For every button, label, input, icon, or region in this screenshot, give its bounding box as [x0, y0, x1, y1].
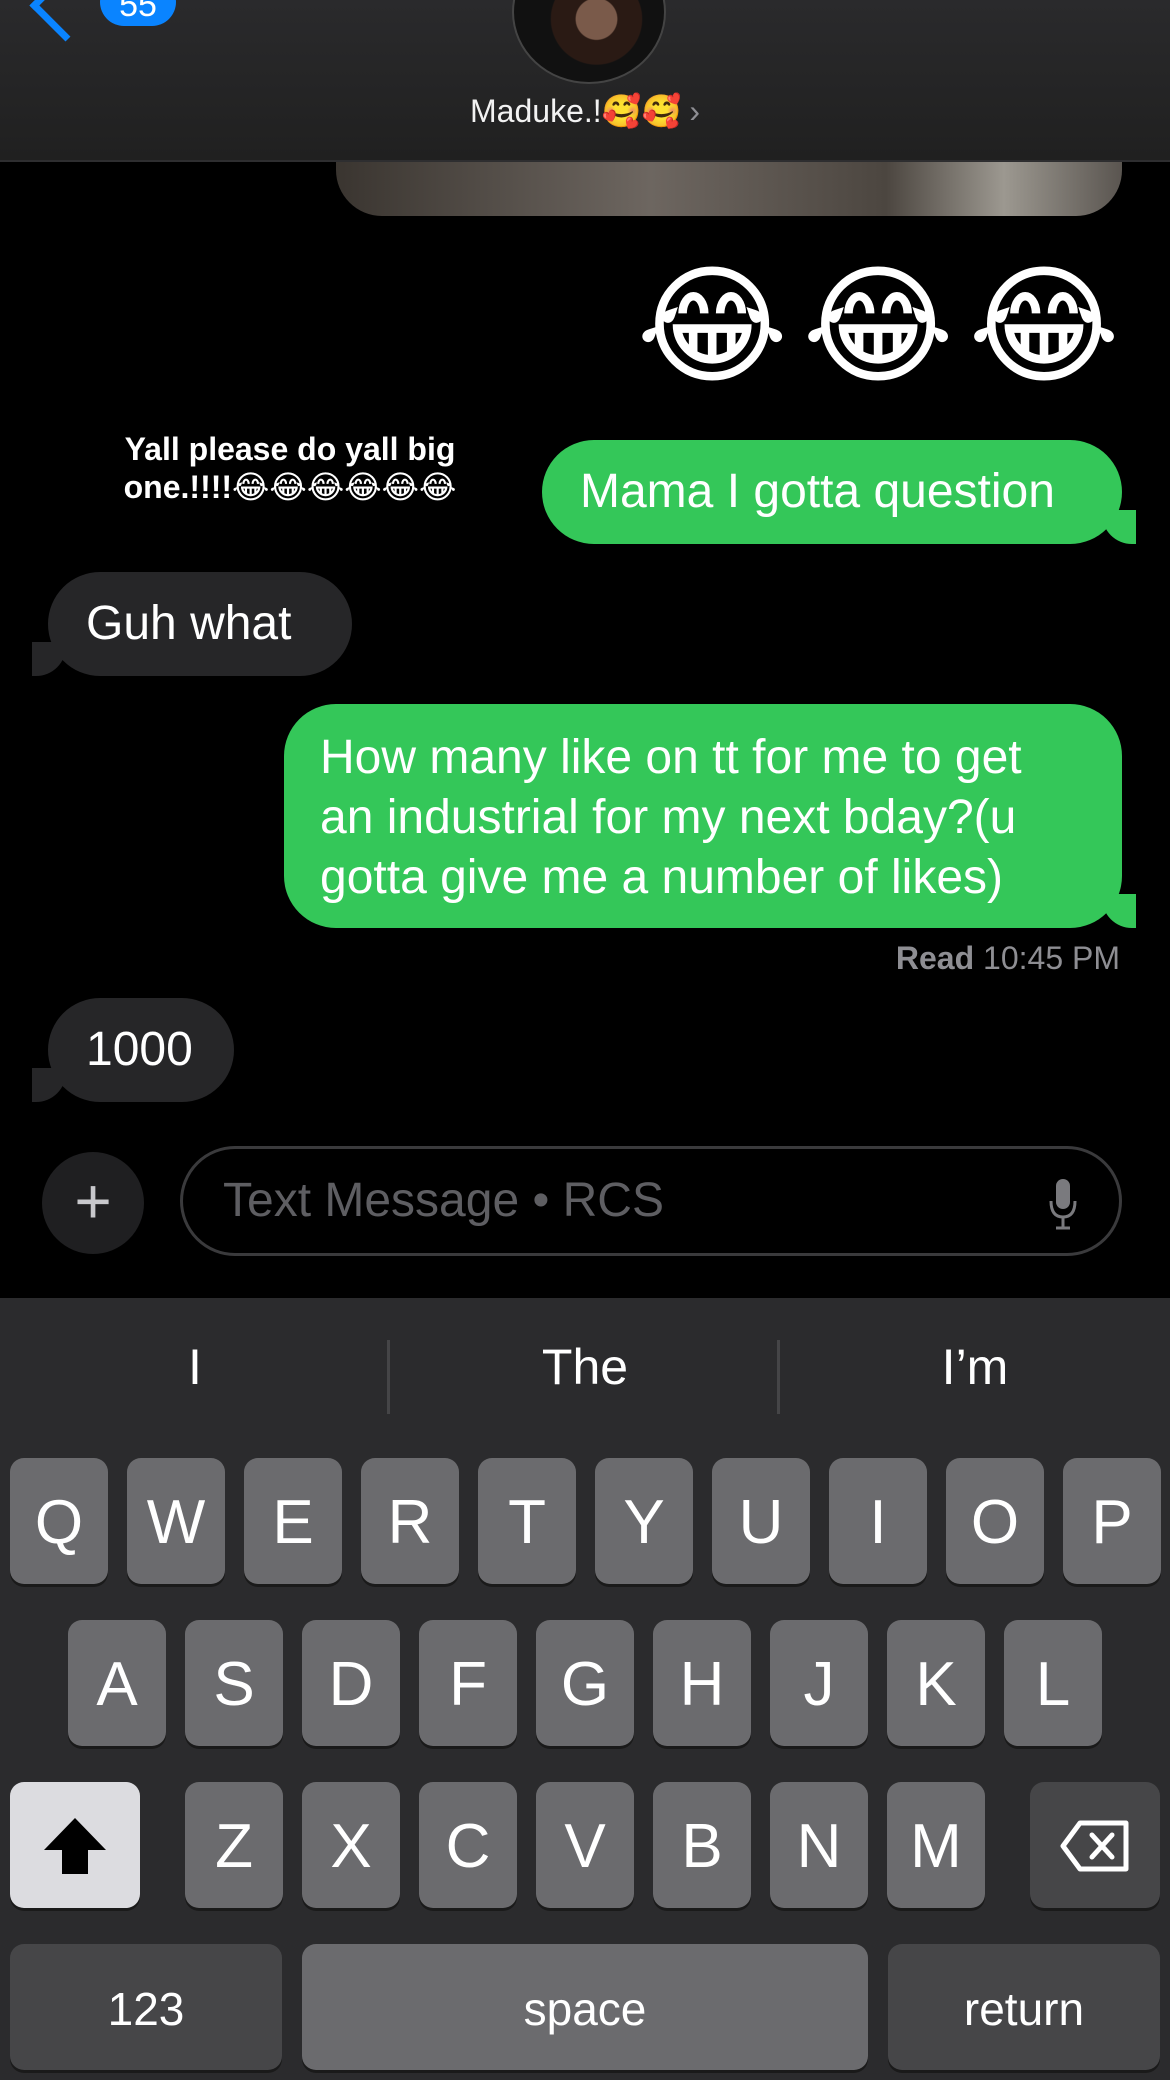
keyboard: I The I’m Q W E R T Y U I O P A S D F G …: [0, 1298, 1170, 2080]
messages-screen: 55 Maduke.!🥰🥰 › 😂 😂 😂 Yall please do yall…: [0, 0, 1170, 2080]
sent-message-bubble[interactable]: Mama I gotta question: [542, 440, 1122, 544]
conversation-header: 55 Maduke.!🥰🥰 ›: [0, 0, 1170, 162]
message-text: Mama I gotta question: [580, 465, 1055, 518]
contact-name-button[interactable]: Maduke.!🥰🥰 ›: [0, 92, 1170, 130]
suggestion-item[interactable]: I: [0, 1338, 390, 1396]
key-u[interactable]: U: [712, 1458, 810, 1584]
plus-icon: +: [74, 1165, 112, 1237]
key-q[interactable]: Q: [10, 1458, 108, 1584]
key-g[interactable]: G: [536, 1620, 634, 1746]
message-text: Guh what: [86, 597, 292, 650]
bubble-tail: [32, 642, 66, 676]
emoji-message[interactable]: 😂 😂 😂: [636, 256, 1120, 396]
space-key[interactable]: space: [302, 1944, 868, 2070]
key-l[interactable]: L: [1004, 1620, 1102, 1746]
contact-name: Maduke.!🥰🥰: [470, 93, 682, 129]
key-c[interactable]: C: [419, 1782, 517, 1908]
suggestion-item[interactable]: I’m: [780, 1338, 1170, 1396]
message-input-placeholder: Text Message • RCS: [223, 1174, 664, 1227]
key-w[interactable]: W: [127, 1458, 225, 1584]
received-message-bubble[interactable]: Guh what: [48, 572, 352, 676]
key-n[interactable]: N: [770, 1782, 868, 1908]
suggestion-bar: I The I’m: [0, 1298, 1170, 1458]
key-d[interactable]: D: [302, 1620, 400, 1746]
key-e[interactable]: E: [244, 1458, 342, 1584]
reaction-caption: Yall please do yall big one.!!!!😂😂😂😂😂😂: [123, 431, 457, 505]
key-s[interactable]: S: [185, 1620, 283, 1746]
key-a[interactable]: A: [68, 1620, 166, 1746]
bubble-tail: [1102, 894, 1136, 928]
shift-arrow-icon: [44, 1818, 106, 1874]
message-input[interactable]: Text Message • RCS: [180, 1146, 1122, 1256]
back-chevron-icon[interactable]: [29, 0, 102, 42]
message-text: How many like on tt for me to get an ind…: [320, 731, 1022, 904]
key-t[interactable]: T: [478, 1458, 576, 1584]
key-m[interactable]: M: [887, 1782, 985, 1908]
key-z[interactable]: Z: [185, 1782, 283, 1908]
key-r[interactable]: R: [361, 1458, 459, 1584]
contact-avatar[interactable]: [512, 0, 666, 84]
add-attachment-button[interactable]: +: [42, 1152, 144, 1254]
key-j[interactable]: J: [770, 1620, 868, 1746]
key-y[interactable]: Y: [595, 1458, 693, 1584]
emoji: 😂: [968, 253, 1120, 399]
key-k[interactable]: K: [887, 1620, 985, 1746]
received-message-bubble[interactable]: 1000: [48, 998, 234, 1102]
key-v[interactable]: V: [536, 1782, 634, 1908]
key-i[interactable]: I: [829, 1458, 927, 1584]
key-p[interactable]: P: [1063, 1458, 1161, 1584]
key-b[interactable]: B: [653, 1782, 751, 1908]
read-label: Read: [895, 940, 975, 976]
return-key[interactable]: return: [888, 1944, 1160, 2070]
delete-key[interactable]: [1030, 1782, 1160, 1908]
chevron-right-icon: ›: [689, 93, 700, 129]
emoji: 😂: [802, 253, 955, 399]
message-text: 1000: [86, 1023, 193, 1076]
microphone-icon[interactable]: [1049, 1177, 1077, 1231]
key-f[interactable]: F: [419, 1620, 517, 1746]
key-h[interactable]: H: [653, 1620, 751, 1746]
sent-message-bubble[interactable]: How many like on tt for me to get an ind…: [284, 704, 1122, 928]
numbers-key[interactable]: 123: [10, 1944, 282, 2070]
backspace-icon: [1060, 1820, 1129, 1872]
read-receipt: Read 10:45 PM: [896, 940, 1120, 977]
bubble-tail: [32, 1068, 66, 1102]
emoji: 😂: [636, 253, 789, 399]
bubble-tail: [1102, 510, 1136, 544]
key-x[interactable]: X: [302, 1782, 400, 1908]
unread-count-badge[interactable]: 55: [100, 0, 176, 26]
suggestion-item[interactable]: The: [390, 1338, 780, 1396]
key-o[interactable]: O: [946, 1458, 1044, 1584]
read-time: 10:45 PM: [983, 940, 1120, 976]
shift-key[interactable]: [10, 1782, 140, 1908]
